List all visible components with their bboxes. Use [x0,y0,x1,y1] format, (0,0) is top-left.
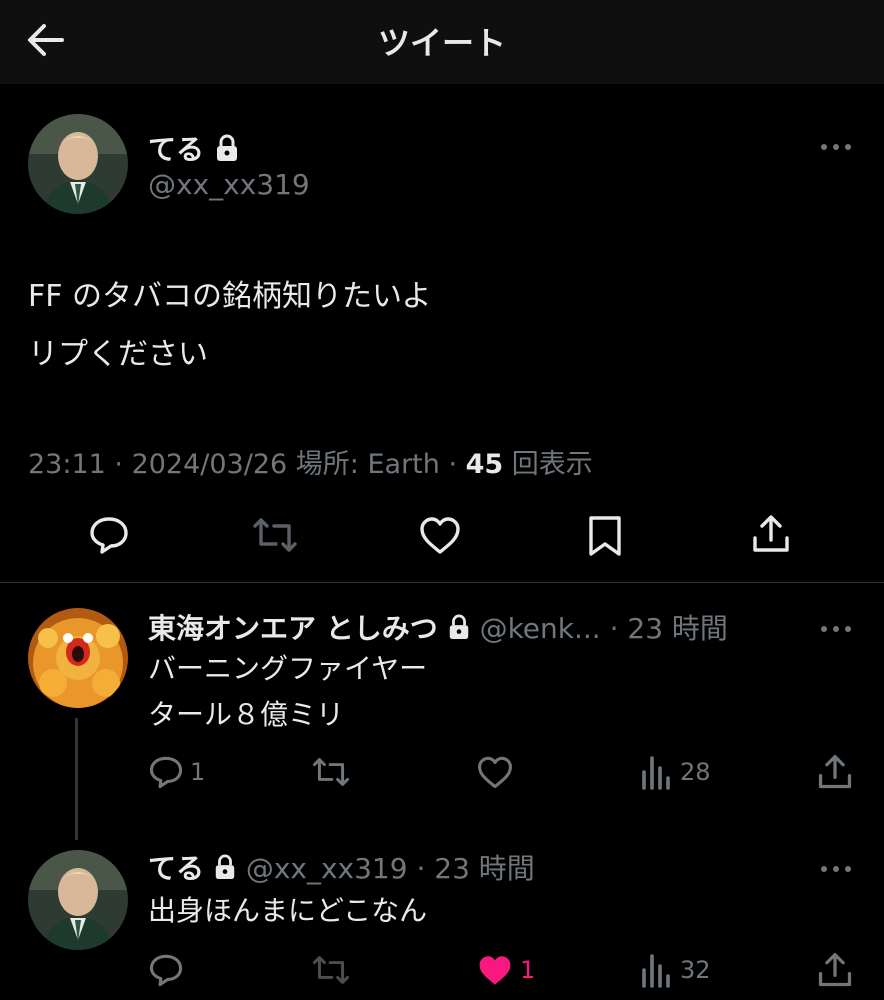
avatar[interactable] [28,850,128,950]
reply-icon [149,756,183,789]
avatar[interactable] [28,114,128,214]
tweet-location: 場所: Earth [295,449,440,480]
share-icon [818,952,852,987]
reply-icon [149,954,183,987]
view-count: 28 [680,758,711,786]
view-count: 45 [465,449,504,480]
reply-text-line: バーニングファイヤー [148,652,428,685]
more-options-icon[interactable] [818,620,854,632]
share-icon [818,754,852,789]
view-count: 32 [680,956,711,984]
reply-header: 東海オンエア としみつ @kenk... · 23 時間 [148,607,728,648]
reply-text: バーニングファイヤー タール８億ミリ [148,646,427,738]
tweet-meta: 23:11 · 2024/03/26 場所: Earth · 45 回表示 [28,449,593,480]
top-bar: ツイート [0,0,884,84]
views-button[interactable]: 28 [640,754,711,790]
heart-filled-icon [479,956,511,985]
reply-button[interactable] [148,952,190,988]
reply-text-line: 出身ほんまにどこなん [148,894,428,927]
share-button[interactable] [816,950,854,990]
like-button-active[interactable]: 1 [476,952,535,988]
author-name-text: てる [148,133,205,166]
tweet-time[interactable]: 23:11 [28,449,106,480]
like-count: 1 [520,956,536,984]
retweet-button[interactable] [252,514,298,556]
tweet-text-line: リプください [28,337,208,372]
analytics-icon [642,954,670,988]
reply-author-handle[interactable]: @xx_xx319 [246,852,408,885]
reply-author-name[interactable]: てる [148,852,204,885]
reply-text: 出身ほんまにどこなん [148,888,427,934]
reply-button[interactable]: 1 [148,754,205,790]
views-button[interactable]: 32 [640,952,711,988]
lock-icon [214,133,240,170]
like-button[interactable] [418,514,462,556]
retweet-button[interactable] [312,952,356,988]
author-handle[interactable]: @xx_xx319 [148,168,310,201]
avatar[interactable] [28,608,128,708]
more-options-icon[interactable] [818,860,854,872]
lock-icon [213,853,237,888]
tweet-text: FF のタバコの銘柄知りたいよ リプください [28,268,431,384]
reply-text-line: タール８億ミリ [148,698,345,731]
retweet-button[interactable] [312,754,356,790]
reply-author-name[interactable]: 東海オンエア としみつ [148,612,438,645]
more-options-icon[interactable] [818,138,854,150]
tweet-date[interactable]: 2024/03/26 [132,449,288,480]
share-icon [753,515,789,552]
author-name[interactable]: てる [148,128,240,170]
bookmark-icon [589,516,621,556]
lock-icon [447,613,471,648]
reply-header: てる @xx_xx319 · 23 時間 [148,847,535,888]
tweet-text-line: FF のタバコの銘柄知りたいよ [28,279,432,314]
retweet-icon [312,956,350,984]
share-button[interactable] [816,752,854,792]
view-label: 回表示 [511,449,593,480]
reply-time[interactable]: 23 時間 [434,852,535,885]
reply-icon [90,517,128,554]
like-button[interactable] [476,754,520,790]
reply-count: 1 [190,758,206,786]
heart-icon [478,756,512,789]
heart-icon [420,517,460,554]
thread-line [75,718,78,840]
reply-author-handle[interactable]: @kenk... [480,612,601,645]
reply-button[interactable] [88,514,130,556]
analytics-icon [642,756,670,790]
share-button[interactable] [750,512,792,556]
reply-time[interactable]: 23 時間 [627,612,728,645]
page-title: ツイート [377,24,506,62]
retweet-icon [312,758,350,786]
divider [0,582,884,583]
bookmark-button[interactable] [586,514,624,558]
retweet-icon [253,518,297,552]
